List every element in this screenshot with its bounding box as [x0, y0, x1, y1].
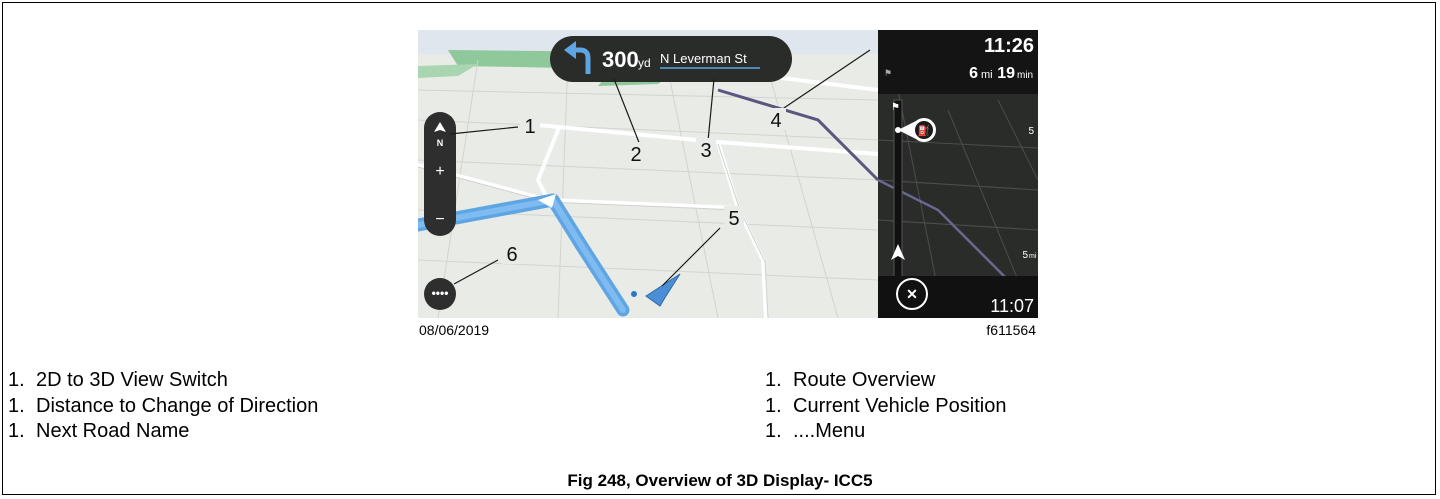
flag-icon: ⚑: [884, 68, 892, 78]
zoom-in-button[interactable]: +: [435, 163, 444, 180]
distance-value: 300: [602, 47, 639, 72]
road-name: N Leverman St: [660, 51, 747, 66]
close-icon: ✕: [906, 286, 918, 302]
figure-id: f611564: [986, 322, 1036, 338]
remaining-distance-unit: mi: [981, 69, 993, 81]
remaining-distance-value: 6: [969, 65, 978, 82]
legend-item: 1. Next Road Name: [8, 420, 190, 442]
legend-item: 1. ....Menu: [765, 420, 866, 442]
more-dots-icon: ••••: [432, 286, 449, 300]
callout-5: 5: [728, 208, 739, 230]
image-date: 08/06/2019: [419, 322, 490, 338]
destination-flag-icon: ⚑: [891, 102, 900, 113]
arrival-time: 11:26: [984, 35, 1034, 57]
zoom-out-button[interactable]: −: [435, 211, 444, 228]
remaining-time-unit: min: [1017, 70, 1033, 81]
route-bar-distance-bottom-unit: mi: [1029, 253, 1037, 260]
callout-3: 3: [700, 140, 711, 162]
callout-4: 4: [770, 110, 781, 132]
callout-6: 6: [506, 244, 517, 266]
legend-item: 1. 2D to 3D View Switch: [8, 369, 228, 391]
callout-2: 2: [630, 144, 641, 166]
route-bar-distance-mid: 5: [1028, 126, 1034, 137]
compass-label: N: [437, 138, 444, 148]
bottom-time: 11:07: [990, 296, 1034, 316]
distance-unit: yd: [638, 56, 651, 70]
route-bar-distance-bottom: 5: [1022, 250, 1028, 261]
svg-text:⛽: ⛽: [918, 124, 930, 137]
legend-item: 1. Route Overview: [765, 369, 936, 391]
remaining-time-value: 19: [997, 65, 1015, 82]
legend-item: 1. Distance to Change of Direction: [8, 395, 319, 417]
callout-1: 1: [524, 116, 535, 138]
figure-caption: Fig 248, Overview of 3D Display- ICC5: [567, 471, 873, 490]
legend-item: 1. Current Vehicle Position: [765, 395, 1007, 417]
navigation-screenshot: 11:26 6 mi 19 min ⚑ ⚑ ⛽ 5 5 mi ✕ 11:07 3…: [418, 30, 1038, 318]
